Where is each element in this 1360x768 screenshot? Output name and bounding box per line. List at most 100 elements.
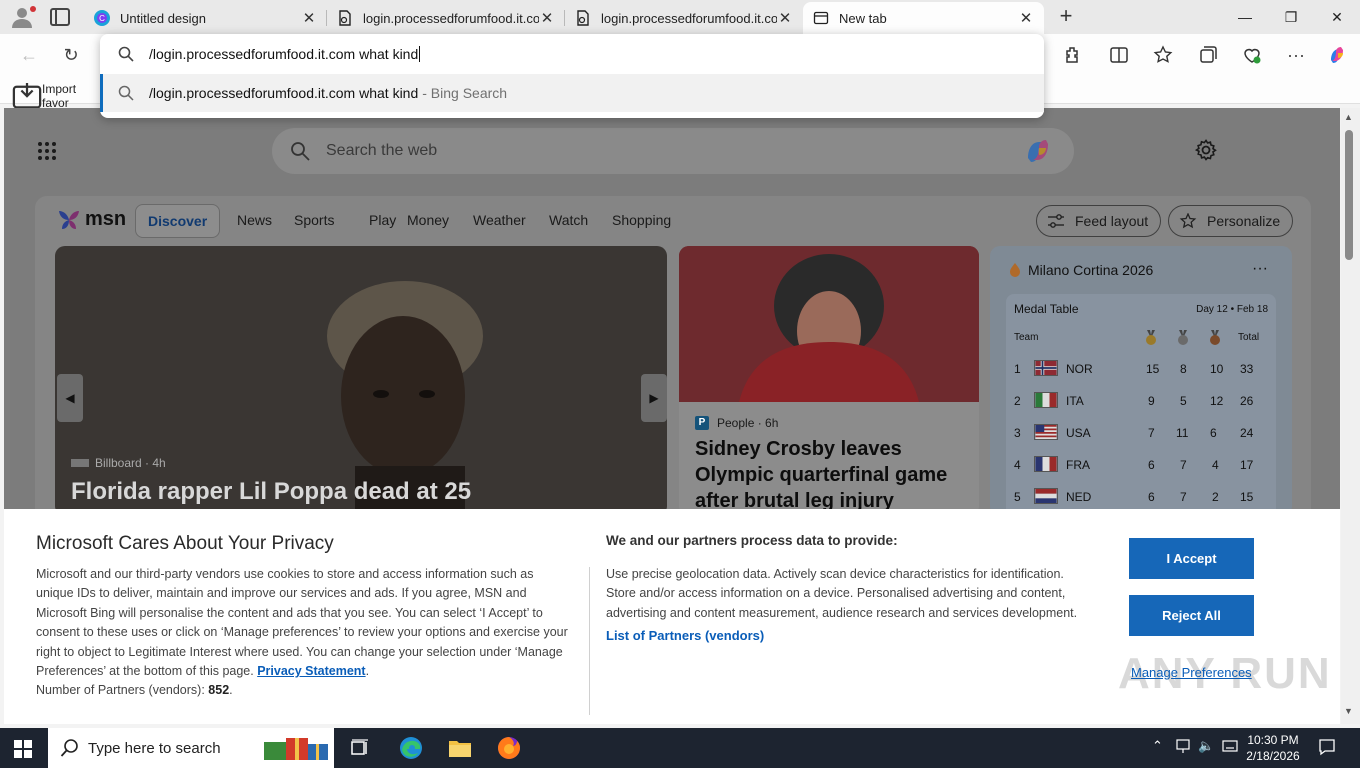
privacy-title: Microsoft Cares About Your Privacy <box>36 533 334 554</box>
web-search-box[interactable]: Search the web <box>272 128 1074 174</box>
collections-icon[interactable] <box>1197 44 1219 66</box>
accept-button[interactable]: I Accept <box>1129 538 1254 579</box>
address-input[interactable]: /login.processedforumfood.it.com what ki… <box>149 46 418 62</box>
privacy-body: Microsoft and our third-party vendors us… <box>36 567 568 698</box>
nav-sports[interactable]: Sports <box>294 212 334 228</box>
tab-untitled-design[interactable]: C Untitled design ✕ <box>84 2 327 34</box>
keyboard-language-icon[interactable] <box>1222 738 1238 754</box>
people-logo-icon: P <box>695 416 709 430</box>
tab-login-1[interactable]: login.processedforumfood.it.com ✕ <box>327 2 565 34</box>
extensions-icon[interactable] <box>1062 44 1084 66</box>
partners-count-label: Number of Partners (vendors): <box>36 683 205 698</box>
taskbar-search-placeholder: Type here to search <box>88 739 221 757</box>
copilot-icon[interactable] <box>1326 44 1348 66</box>
hero-story-card[interactable]: ◀ ▶ Billboard · 4h Florida rapper Lil Po… <box>55 246 667 516</box>
banner-divider <box>589 567 590 715</box>
nav-weather[interactable]: Weather <box>473 212 526 228</box>
scroll-thumb[interactable] <box>1345 130 1353 260</box>
hero-prev-arrow-icon[interactable]: ◀ <box>57 374 83 422</box>
address-input-row[interactable]: /login.processedforumfood.it.com what ki… <box>100 34 1044 74</box>
back-icon[interactable]: ← <box>18 44 40 66</box>
hero-next-arrow-icon[interactable]: ▶ <box>641 374 667 422</box>
web-search-placeholder: Search the web <box>326 142 438 159</box>
tab-title: New tab <box>839 10 887 26</box>
tab-actions-icon[interactable] <box>50 8 70 26</box>
rank: 4 <box>1014 458 1021 472</box>
msn-logo[interactable]: msn <box>57 208 126 231</box>
edge-browser-icon[interactable] <box>397 734 425 762</box>
tab-login-2[interactable]: login.processedforumfood.it.com ✕ <box>565 2 803 34</box>
windows-start-icon[interactable] <box>14 740 32 758</box>
taskbar-search-box[interactable]: Type here to search <box>48 728 334 768</box>
page-scrollbar[interactable]: ▲ ▼ <box>1341 108 1360 724</box>
widget-title: Milano Cortina 2026 <box>1028 262 1154 278</box>
tab-new-tab[interactable]: New tab ✕ <box>803 2 1044 34</box>
tray-overflow-icon[interactable]: ⌃ <box>1152 738 1163 754</box>
gear-icon[interactable] <box>1194 138 1218 162</box>
nav-discover[interactable]: Discover <box>135 204 221 238</box>
minimize-icon[interactable]: — <box>1222 4 1268 30</box>
suggestion-suffix: - Bing Search <box>422 85 508 101</box>
svg-text:C: C <box>99 14 105 23</box>
import-favorites-button[interactable]: Import favor <box>12 82 76 110</box>
medal-table-widget[interactable]: Milano Cortina 2026 ··· Medal Table Day … <box>990 246 1292 516</box>
list-of-partners-link[interactable]: List of Partners (vendors) <box>606 628 764 643</box>
story-card-people[interactable]: P People · 6h Sidney Crosby leaves Olymp… <box>679 246 979 516</box>
bronze-count: 10 <box>1210 362 1224 376</box>
settings-more-icon[interactable]: ··· <box>1285 44 1307 66</box>
nav-money[interactable]: Money <box>407 212 449 228</box>
data-processing-body: Use precise geolocation data. Actively s… <box>606 567 1078 620</box>
scroll-up-icon[interactable]: ▲ <box>1344 112 1353 122</box>
rank: 1 <box>1014 362 1021 376</box>
search-icon <box>118 85 134 101</box>
browser-essentials-icon[interactable] <box>1241 44 1263 66</box>
norway-flag-icon <box>1034 360 1058 376</box>
nav-watch[interactable]: Watch <box>549 212 588 228</box>
copilot-icon[interactable] <box>1022 136 1054 166</box>
manage-preferences-link[interactable]: Manage Preferences <box>1131 665 1252 680</box>
notifications-icon[interactable] <box>1318 738 1336 756</box>
nav-news[interactable]: News <box>237 212 272 228</box>
tab-title: Untitled design <box>120 10 206 26</box>
nav-play[interactable]: Play <box>369 212 396 228</box>
story-source: P People · 6h <box>695 416 778 430</box>
tab-close-icon[interactable]: ✕ <box>777 9 793 27</box>
task-view-icon[interactable] <box>346 734 374 762</box>
restore-icon[interactable]: ❐ <box>1268 4 1314 30</box>
scroll-down-icon[interactable]: ▼ <box>1344 706 1353 716</box>
firefox-icon[interactable] <box>495 734 523 762</box>
personalize-button[interactable]: Personalize <box>1168 205 1294 237</box>
close-window-icon[interactable]: ✕ <box>1314 4 1360 30</box>
col-team: Team <box>1014 332 1039 343</box>
reject-all-button[interactable]: Reject All <box>1129 595 1254 636</box>
hero-title[interactable]: Florida rapper Lil Poppa dead at 25 <box>71 478 471 506</box>
star-sparkle-icon <box>1179 213 1197 229</box>
apps-launcher-icon[interactable] <box>38 142 58 162</box>
network-icon[interactable] <box>1176 738 1190 754</box>
taskbar-clock[interactable]: 10:30 PM 2/18/2026 <box>1242 732 1304 764</box>
tab-close-icon[interactable]: ✕ <box>539 9 555 27</box>
favorites-star-icon[interactable] <box>1152 44 1174 66</box>
tab-close-icon[interactable]: ✕ <box>1018 9 1034 27</box>
privacy-statement-link[interactable]: Privacy Statement <box>257 664 365 678</box>
widget-more-icon[interactable]: ··· <box>1252 260 1268 278</box>
search-icon <box>60 739 78 757</box>
split-screen-icon[interactable] <box>1108 44 1130 66</box>
search-icon <box>118 46 134 62</box>
gold-count: 6 <box>1148 490 1155 504</box>
rank: 3 <box>1014 426 1021 440</box>
volume-icon[interactable]: 🔈 <box>1198 738 1214 754</box>
gold-count: 6 <box>1148 458 1155 472</box>
search-suggestion[interactable]: /login.processedforumfood.it.com what ki… <box>100 74 1044 112</box>
feed-layout-button[interactable]: Feed layout <box>1036 205 1162 237</box>
file-explorer-icon[interactable] <box>446 734 474 762</box>
refresh-icon[interactable]: ↻ <box>60 44 82 66</box>
medal-table: Medal Table Day 12 • Feb 18 Team Total 1… <box>1006 294 1276 516</box>
clock-date: 2/18/2026 <box>1246 749 1300 763</box>
new-tab-plus-icon[interactable]: + <box>1056 5 1076 27</box>
tab-close-icon[interactable]: ✕ <box>301 9 317 27</box>
gold-count: 7 <box>1148 426 1155 440</box>
nav-shopping[interactable]: Shopping <box>612 212 671 228</box>
canva-icon: C <box>94 10 110 26</box>
story-title[interactable]: Sidney Crosby leaves Olympic quarterfina… <box>695 436 965 514</box>
